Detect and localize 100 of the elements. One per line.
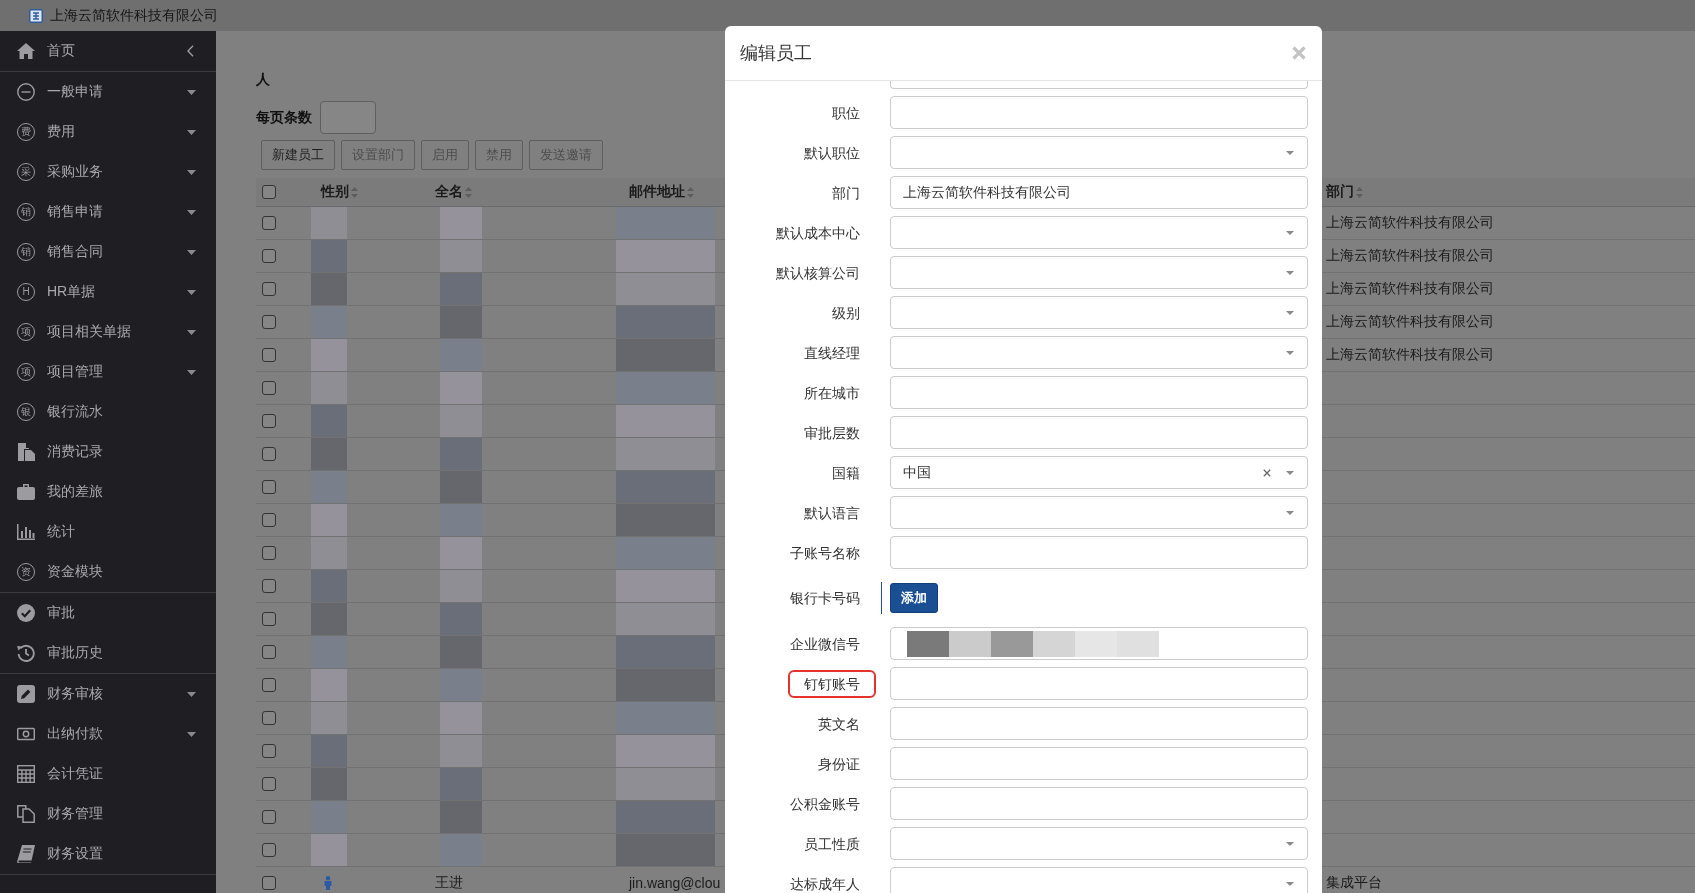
- sidebar-item[interactable]: 财务审核: [0, 674, 216, 714]
- field-label: 部门: [831, 183, 861, 203]
- select-field[interactable]: 中国: [890, 456, 1308, 489]
- count-label: 人: [256, 71, 270, 87]
- select-field[interactable]: [890, 296, 1308, 329]
- input-field[interactable]: [890, 376, 1308, 409]
- caret-icon: [187, 209, 196, 215]
- field-label: 英文名: [817, 714, 861, 734]
- input-field[interactable]: [890, 667, 1308, 700]
- input-field[interactable]: 上海云简软件科技有限公司: [890, 176, 1308, 209]
- sidebar-item[interactable]: 财务管理: [0, 794, 216, 834]
- close-icon: [1292, 46, 1306, 60]
- checkbox[interactable]: [262, 678, 276, 692]
- checkbox[interactable]: [262, 348, 276, 362]
- sidebar-item[interactable]: 项 项目相关单据: [0, 312, 216, 352]
- sidebar-item[interactable]: 我的差旅: [0, 472, 216, 512]
- checkbox[interactable]: [262, 447, 276, 461]
- checkbox[interactable]: [262, 216, 276, 230]
- checkbox[interactable]: [262, 876, 276, 890]
- checkbox[interactable]: [262, 480, 276, 494]
- caret-icon: [1286, 310, 1294, 315]
- copy-icon: [17, 805, 35, 823]
- sidebar-item[interactable]: 资 资金模块: [0, 552, 216, 592]
- input-field[interactable]: [890, 787, 1308, 820]
- field-label: 默认核算公司: [775, 263, 861, 283]
- sidebar-item[interactable]: 采 采购业务: [0, 152, 216, 192]
- table-cell: 集成平台: [1326, 874, 1382, 892]
- checkbox[interactable]: [262, 744, 276, 758]
- toolbar-button[interactable]: 新建员工: [261, 140, 335, 170]
- caret-icon: [1286, 150, 1294, 155]
- sidebar-item[interactable]: 审批历史: [0, 633, 216, 673]
- sidebar-item[interactable]: 出纳付款: [0, 714, 216, 754]
- checkbox[interactable]: [262, 711, 276, 725]
- checkbox[interactable]: [262, 645, 276, 659]
- checkbox[interactable]: [262, 381, 276, 395]
- caret-icon: [1286, 510, 1294, 515]
- input-field[interactable]: [890, 747, 1308, 780]
- caret-icon: [1286, 881, 1294, 886]
- field-label: 员工性质: [803, 834, 861, 854]
- checkbox[interactable]: [262, 249, 276, 263]
- input-field[interactable]: [890, 536, 1308, 569]
- sort-icon: [1356, 186, 1363, 198]
- select-field[interactable]: [890, 867, 1308, 893]
- column-header[interactable]: 性别: [321, 183, 358, 201]
- column-header[interactable]: 部门: [1326, 183, 1363, 201]
- checkbox[interactable]: [262, 843, 276, 857]
- checkbox[interactable]: [262, 810, 276, 824]
- checkbox[interactable]: [262, 315, 276, 329]
- minus-circle-icon: [17, 83, 35, 101]
- sidebar-item[interactable]: 会计凭证: [0, 754, 216, 794]
- field-label: 职位: [831, 103, 861, 123]
- select-field[interactable]: [890, 256, 1308, 289]
- select-field[interactable]: [890, 216, 1308, 249]
- checkbox[interactable]: [262, 612, 276, 626]
- caret-icon: [1286, 270, 1294, 275]
- sidebar-item[interactable]: 项 项目管理: [0, 352, 216, 392]
- table-cell: jin.wang@clou: [629, 875, 721, 891]
- checkbox[interactable]: [262, 546, 276, 560]
- sidebar-item[interactable]: 一般申请: [0, 72, 216, 112]
- input-field[interactable]: [890, 627, 1308, 660]
- caret-icon: [187, 289, 196, 295]
- checkbox[interactable]: [262, 185, 276, 199]
- input-field[interactable]: [890, 707, 1308, 740]
- select-field[interactable]: [890, 136, 1308, 169]
- history-icon: [17, 644, 35, 662]
- modal-title: 编辑员工: [740, 42, 812, 65]
- input-field[interactable]: [890, 81, 1308, 89]
- select-field[interactable]: [890, 336, 1308, 369]
- sidebar-item[interactable]: 审批: [0, 593, 216, 633]
- field-label: 身份证: [817, 754, 861, 774]
- select-field[interactable]: [890, 827, 1308, 860]
- checkbox[interactable]: [262, 777, 276, 791]
- sidebar-item[interactable]: 消费记录: [0, 432, 216, 472]
- clear-icon[interactable]: [1263, 468, 1271, 477]
- field-label: 子账号名称: [789, 543, 861, 563]
- sidebar-item[interactable]: H HR单据: [0, 272, 216, 312]
- checkbox[interactable]: [262, 414, 276, 428]
- select-field[interactable]: [890, 496, 1308, 529]
- column-header[interactable]: 全名: [435, 183, 472, 201]
- caret-icon: [187, 129, 196, 135]
- sidebar-item[interactable]: 销 销售申请: [0, 192, 216, 232]
- field-label: 达标成年人: [789, 874, 861, 893]
- sidebar-item[interactable]: 财务设置: [0, 834, 216, 874]
- checkbox[interactable]: [262, 579, 276, 593]
- field-label: 级别: [831, 303, 861, 323]
- column-header[interactable]: 邮件地址: [629, 183, 694, 201]
- checkbox[interactable]: [262, 282, 276, 296]
- table-cell: 上海云简软件科技有限公司: [1326, 214, 1494, 232]
- checkbox[interactable]: [262, 513, 276, 527]
- sidebar-item[interactable]: 首页: [0, 31, 216, 71]
- edit-icon: [17, 685, 35, 703]
- sidebar-item[interactable]: 银 银行流水: [0, 392, 216, 432]
- input-field[interactable]: [890, 96, 1308, 129]
- sidebar-item[interactable]: 统计: [0, 512, 216, 552]
- documents-icon: [17, 443, 35, 461]
- sidebar-item[interactable]: 费 费用: [0, 112, 216, 152]
- add-button[interactable]: 添加: [890, 583, 938, 613]
- sidebar-item[interactable]: 销 销售合同: [0, 232, 216, 272]
- input-field[interactable]: [890, 416, 1308, 449]
- caret-icon: [187, 731, 196, 737]
